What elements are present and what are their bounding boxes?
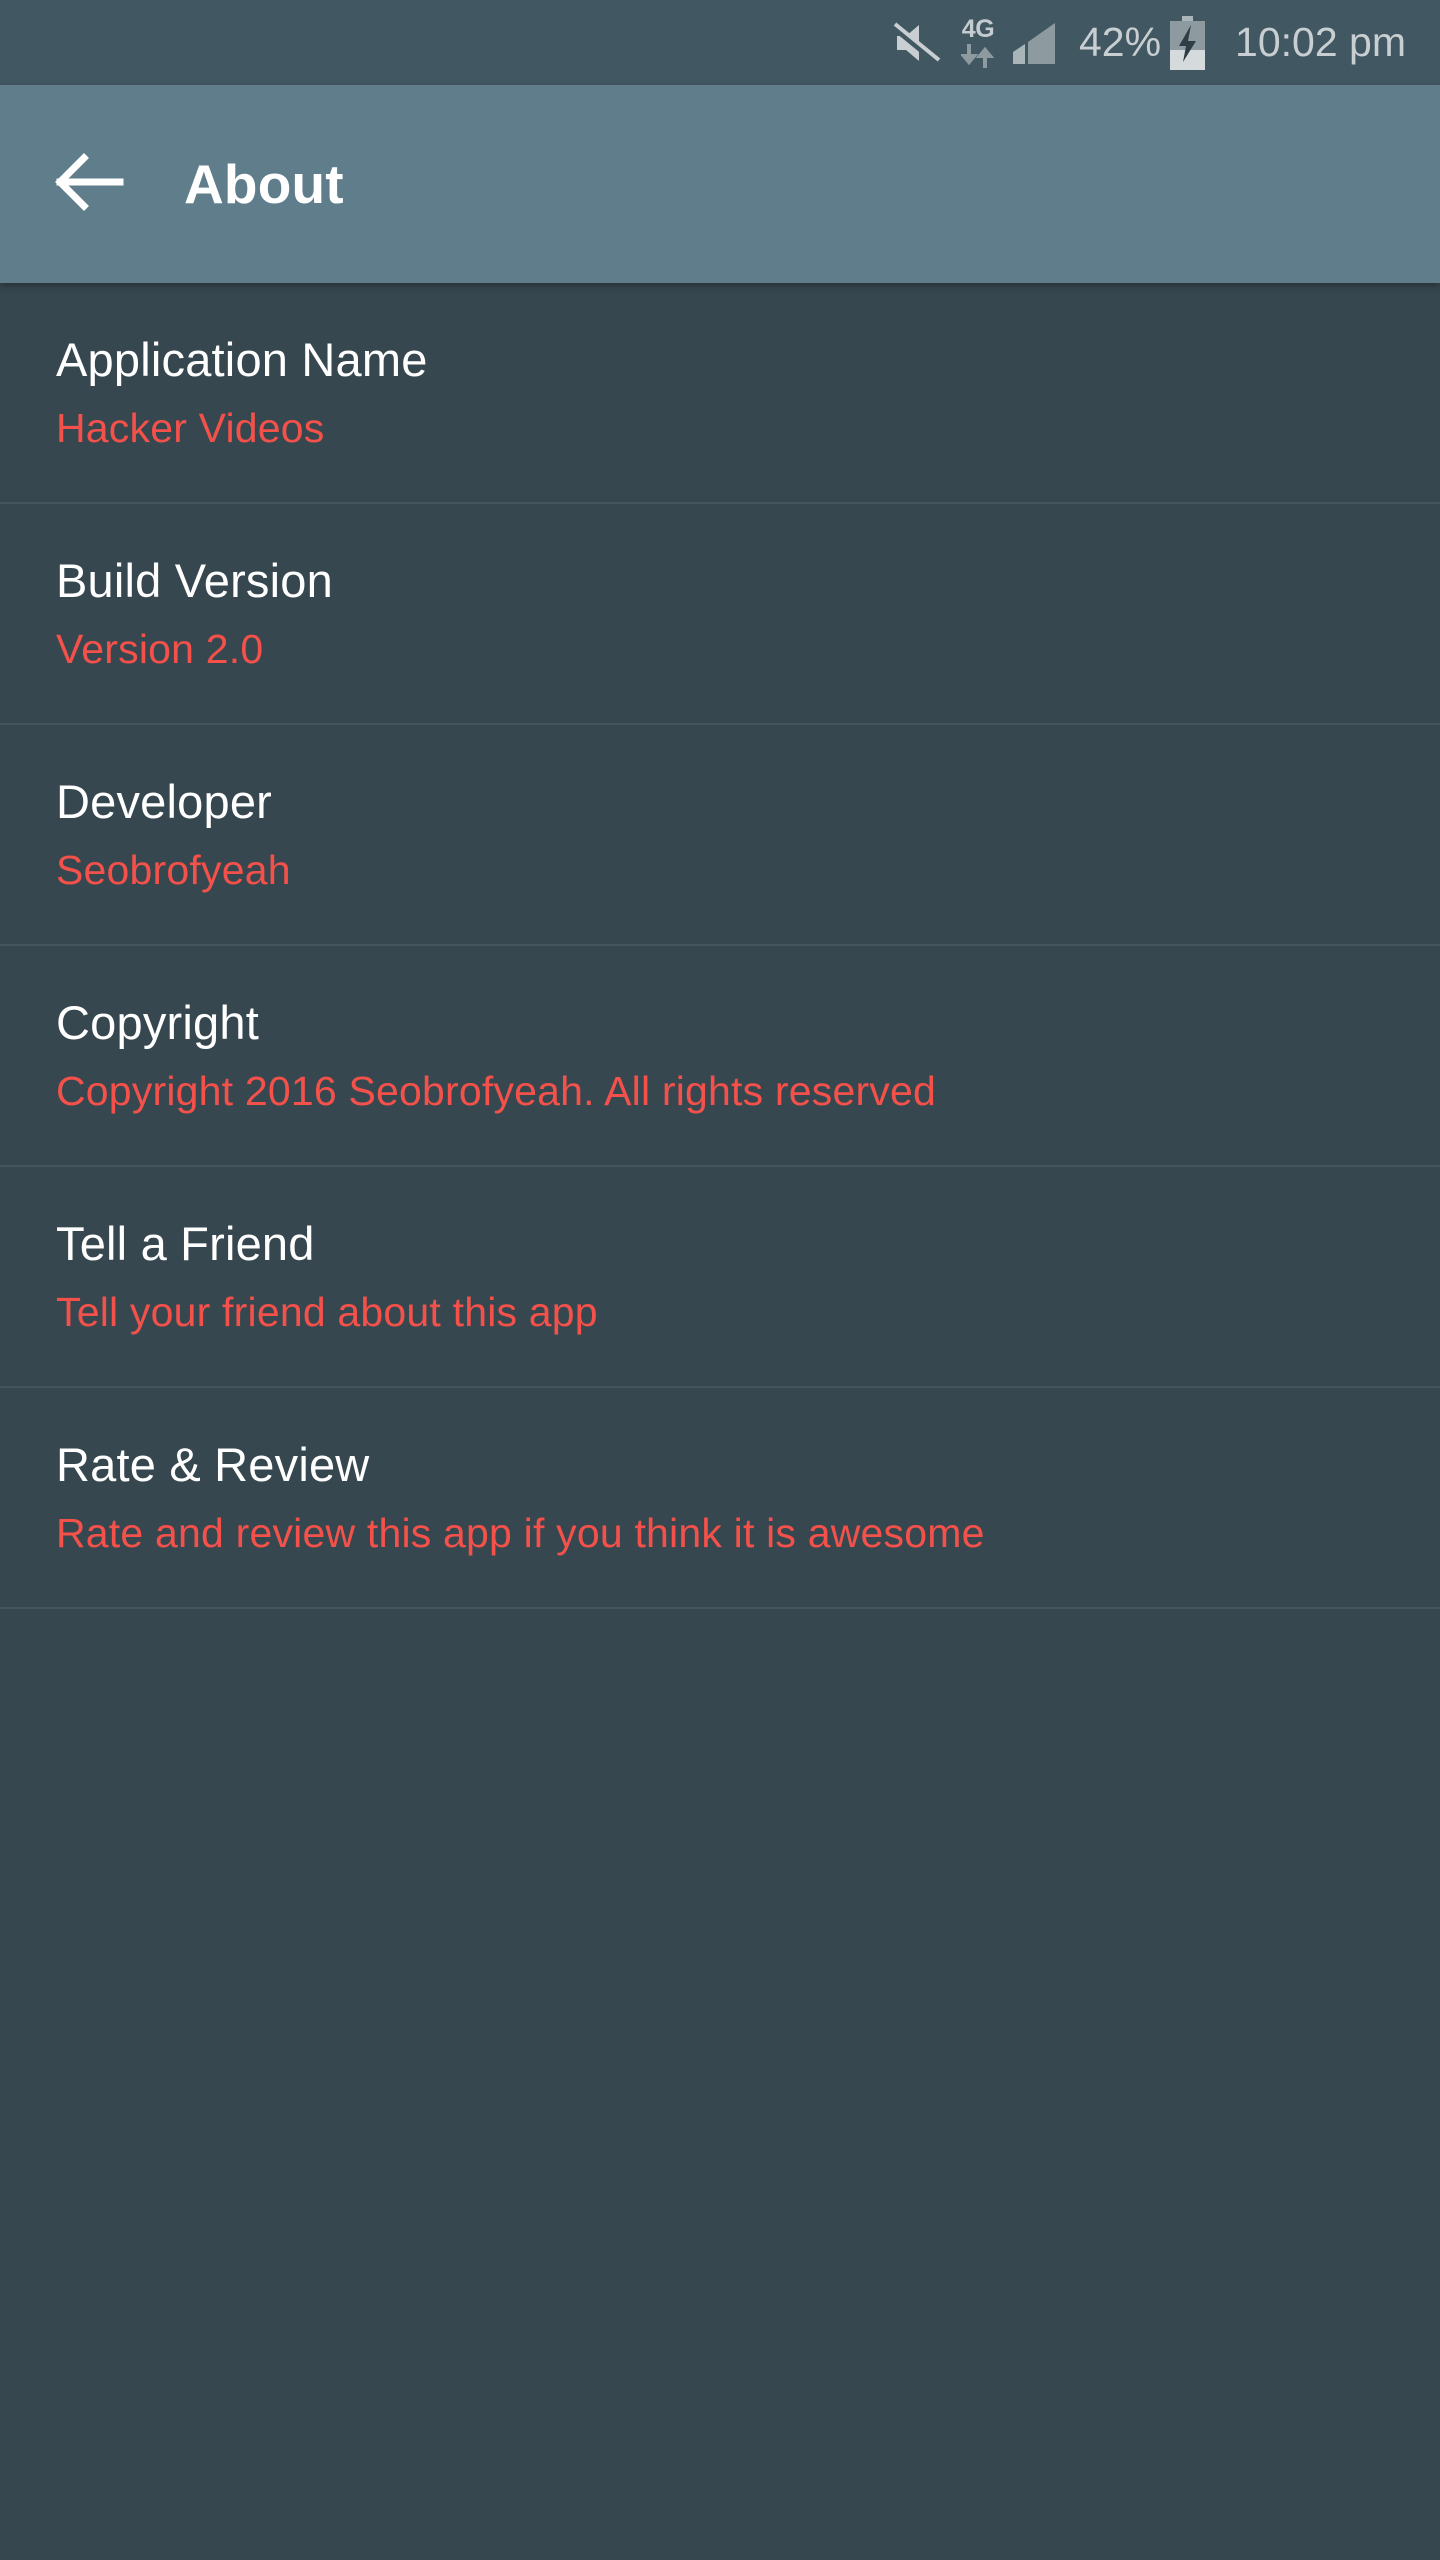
arrow-left-icon	[54, 152, 124, 216]
list-item-subtitle: Version 2.0	[56, 625, 264, 672]
about-list: Application Name Hacker Videos Build Ver…	[0, 283, 1440, 1610]
list-item-developer[interactable]: Developer Seobrofyeah	[0, 725, 1440, 947]
list-item-title: Application Name	[56, 333, 428, 386]
data-transfer-arrows	[960, 43, 995, 69]
app-toolbar: About	[0, 85, 1440, 283]
list-item-subtitle: Copyright 2016 Seobrofyeah. All rights r…	[56, 1067, 937, 1114]
list-item-subtitle: Rate and review this app if you think it…	[56, 1509, 985, 1556]
page-title: About	[184, 153, 344, 215]
status-bar: 4G 42% 10:02 pm	[0, 0, 1440, 85]
status-bar-icons: 4G 42%	[890, 14, 1235, 70]
list-item-subtitle: Seobrofyeah	[56, 846, 291, 893]
battery-charging-icon	[1168, 15, 1207, 70]
list-item-application-name[interactable]: Application Name Hacker Videos	[0, 283, 1440, 505]
list-item-build-version[interactable]: Build Version Version 2.0	[0, 504, 1440, 726]
signal-icon	[1011, 22, 1057, 64]
list-item-title: Build Version	[56, 554, 333, 608]
4g-data-icon: 4G	[960, 14, 995, 69]
list-item-copyright[interactable]: Copyright Copyright 2016 Seobrofyeah. Al…	[0, 946, 1440, 1168]
list-item-title: Developer	[56, 775, 273, 829]
list-item-title: Tell a Friend	[56, 1217, 315, 1271]
list-item-subtitle: Hacker Videos	[56, 404, 325, 451]
mute-icon	[890, 21, 941, 65]
back-button[interactable]	[52, 147, 126, 221]
network-type-label: 4G	[961, 14, 995, 43]
battery-percent-label: 42%	[1078, 19, 1162, 65]
list-item-subtitle: Tell your friend about this app	[56, 1288, 598, 1335]
empty-area	[0, 1609, 1440, 2310]
status-bar-clock: 10:02 pm	[1235, 19, 1406, 65]
list-item-rate-and-review[interactable]: Rate & Review Rate and review this app i…	[0, 1388, 1440, 1610]
list-item-title: Rate & Review	[56, 1438, 370, 1492]
list-item-title: Copyright	[56, 996, 259, 1050]
list-item-tell-a-friend[interactable]: Tell a Friend Tell your friend about thi…	[0, 1167, 1440, 1389]
